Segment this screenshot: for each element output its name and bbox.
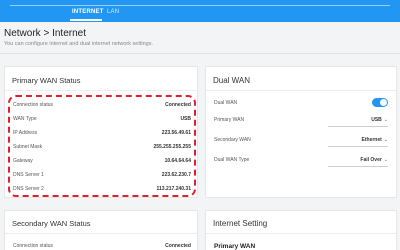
row-label: Gateway [13,158,33,164]
status-row-connection: Connection status Connected [13,102,191,110]
select-underline [328,166,388,167]
card-title: Primary WAN Status [12,76,81,85]
row-label: Connection status [13,243,54,249]
secondary-wan-status-card: Secondary WAN Status Connection status C… [4,210,198,250]
select-underline [328,146,388,147]
chevron-down-icon: ⌄ [383,157,388,163]
page-title: Network > Internet [4,28,86,39]
top-nav-divider [10,5,390,6]
internet-setting-card: Internet Setting Primary WAN [205,210,397,250]
row-label: WAN Type [13,116,37,122]
card-divider [206,233,396,234]
status-row-subnet-mask: Subnet Mask 255.255.255.255 [13,144,191,152]
row-value: 113.217.240.31 [156,186,191,192]
row-label: IP Address [13,130,38,136]
row-value: USB [180,116,191,122]
dual-wan-type-select-row[interactable]: Dual WAN Type Fail Over ⌄ [214,157,388,166]
card-divider [206,90,396,91]
select-value: Fail Over [360,157,382,163]
row-label: Secondary WAN [214,137,251,143]
dual-wan-row: Dual WAN [214,98,388,109]
dual-wan-type-select[interactable]: Fail Over ⌄ [360,157,388,163]
card-title: Secondary WAN Status [12,219,91,228]
page-description: You can configure internet and dual inte… [4,41,154,47]
row-label: Dual WAN Type [214,157,250,163]
select-value: Ethernet [361,137,382,143]
select-underline [328,126,388,127]
row-value: Connected [165,102,191,108]
row-label: Primary WAN [214,117,245,123]
card-title: Internet Setting [213,219,268,228]
active-tab-indicator [70,19,102,21]
primary-wan-status-card: Primary WAN Status Connection status Con… [4,66,198,198]
row-label: Dual WAN [214,100,238,106]
card-title: Dual WAN [213,76,251,85]
card-divider [5,233,197,234]
row-label: DNS Server 1 [13,172,44,178]
status-row-ip-address: IP Address 223.56.49.61 [13,130,191,138]
select-value: USB [371,117,382,123]
row-label: DNS Server 2 [13,186,44,192]
tab-lan[interactable]: LAN [107,9,119,15]
card-divider [5,90,197,91]
row-value: Connected [165,243,191,249]
row-value: 223.62.230.7 [161,172,191,178]
row-value: 223.56.49.61 [161,130,191,136]
status-row-dns-2: DNS Server 2 113.217.240.31 [13,186,191,194]
status-row-gateway: Gateway 10.64.64.64 [13,158,191,166]
tab-internet[interactable]: INTERNET [72,9,104,15]
secondary-wan-select[interactable]: Ethernet ⌄ [362,137,388,143]
row-value: 255.255.255.255 [153,144,191,150]
dual-wan-card: Dual WAN Dual WAN Primary WAN USB ⌄ Seco… [205,66,397,198]
top-nav-bar: INTERNET LAN [0,0,400,22]
toggle-knob [380,99,387,106]
primary-wan-select-row[interactable]: Primary WAN USB ⌄ [214,117,388,126]
chevron-down-icon: ⌄ [383,117,388,123]
row-label: Connection status [13,102,54,108]
section-subtitle: Primary WAN [214,243,256,250]
status-row-dns-1: DNS Server 1 223.62.230.7 [13,172,191,180]
dual-wan-toggle[interactable] [372,98,388,107]
status-row-wan-type: WAN Type USB [13,116,191,124]
row-label: Subnet Mask [13,144,43,150]
status-row-connection: Connection status Connected [13,243,191,250]
chevron-down-icon: ⌄ [383,137,388,143]
secondary-wan-select-row[interactable]: Secondary WAN Ethernet ⌄ [214,137,388,146]
primary-wan-select[interactable]: USB ⌄ [371,117,388,123]
row-value: 10.64.64.64 [164,158,191,164]
header-divider [0,53,400,54]
